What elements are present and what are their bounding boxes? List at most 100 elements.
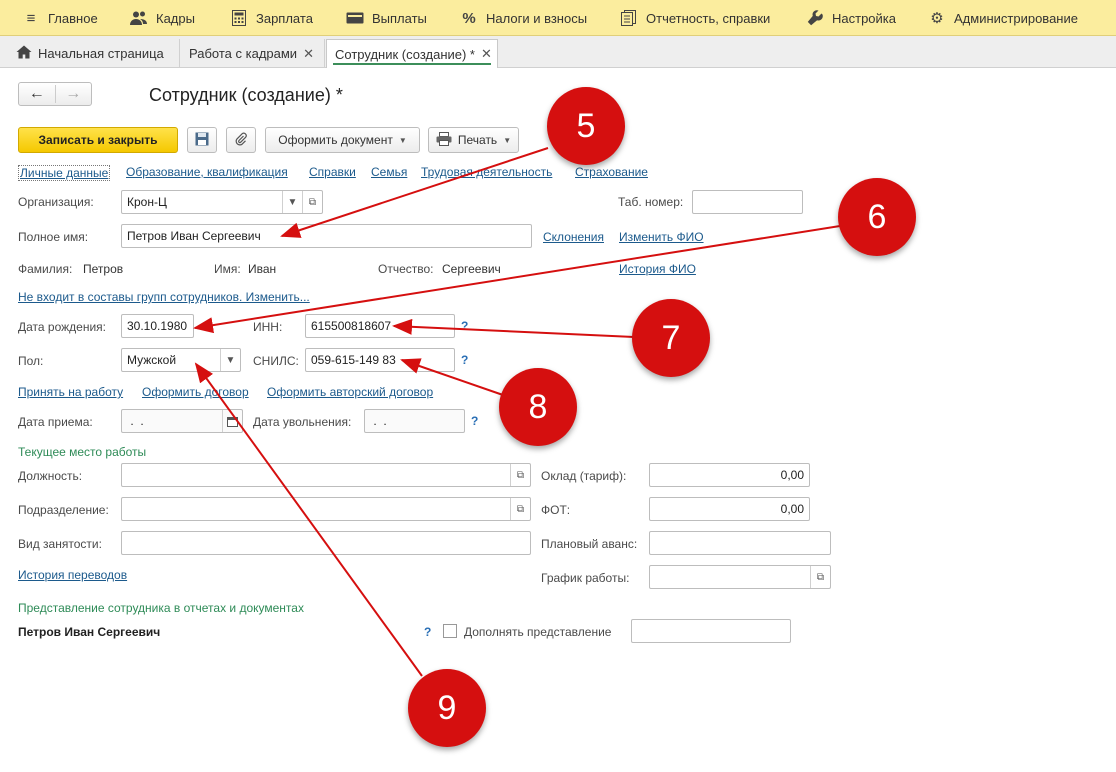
inn-label: ИНН: (253, 320, 283, 334)
department-label: Подразделение: (18, 503, 109, 517)
help-icon[interactable]: ? (461, 353, 468, 367)
organization-label: Организация: (18, 195, 94, 209)
nav-arrows: ← → (18, 82, 92, 106)
supplement-field[interactable] (631, 619, 791, 643)
surname-value: Петров (83, 262, 124, 276)
surname-label: Фамилия: (18, 262, 73, 276)
first-name-value: Иван (248, 262, 277, 276)
planned-advance-field[interactable] (649, 531, 831, 555)
employment-type-label: Вид занятости: (18, 537, 102, 551)
representation-section-title: Представление сотрудника в отчетах и док… (18, 601, 304, 615)
open-icon[interactable]: ⧉ (810, 566, 830, 588)
close-icon[interactable]: ✕ (481, 46, 492, 62)
position-label: Должность: (18, 469, 83, 483)
full-name-field[interactable]: Петров Иван Сергеевич (121, 224, 532, 248)
birth-date-field[interactable]: 30.10.1980 (121, 314, 194, 338)
snils-field[interactable]: 059-615-149 83 (305, 348, 455, 372)
home-icon (16, 45, 32, 62)
menu-item-salary[interactable]: Зарплата (230, 0, 313, 36)
page-title: Сотрудник (создание) * (149, 85, 343, 105)
employee-groups-link[interactable]: Не входит в составы групп сотрудников. И… (18, 290, 310, 304)
transfers-history-link[interactable]: История переводов (18, 568, 127, 582)
top-menu-bar: ≡ Главное Кадры Зарплата Выплаты % Налог… (0, 0, 1116, 36)
salary-field[interactable]: 0,00 (649, 463, 810, 487)
gear-icon: ⚙ (930, 10, 944, 27)
forward-arrow-icon[interactable]: → (56, 85, 92, 103)
author-contract-link[interactable]: Оформить авторский договор (267, 385, 433, 399)
section-link-work-activity[interactable]: Трудовая деятельность (421, 165, 552, 179)
section-link-personal[interactable]: Личные данные (18, 165, 111, 181)
make-document-dropdown[interactable]: Оформить документ ▼ (265, 127, 420, 153)
annotation-marker-6: 6 (838, 178, 916, 256)
section-link-certificates[interactable]: Справки (309, 165, 356, 179)
declensions-link[interactable]: Склонения (543, 230, 604, 244)
menu-item-settings[interactable]: Настройка (806, 0, 896, 36)
dismissal-date-field: . . (364, 409, 465, 433)
work-schedule-label: График работы: (541, 571, 630, 585)
open-icon[interactable]: ⧉ (302, 191, 322, 213)
tab-home[interactable]: Начальная страница (8, 39, 180, 68)
section-link-education[interactable]: Образование, квалификация (126, 165, 288, 179)
back-arrow-icon[interactable]: ← (19, 85, 56, 103)
open-icon[interactable]: ⧉ (510, 498, 530, 520)
birth-date-label: Дата рождения: (18, 320, 106, 334)
percent-icon: % (462, 9, 476, 27)
section-link-insurance[interactable]: Страхование (575, 165, 648, 179)
first-name-label: Имя: (214, 262, 241, 276)
current-work-section-title: Текущее место работы (18, 445, 147, 459)
salary-label: Оклад (тариф): (541, 469, 627, 483)
menu-item-administration[interactable]: ⚙ Администрирование (928, 0, 1078, 36)
menu-item-main[interactable]: ≡ Главное (22, 0, 98, 36)
supplement-checkbox-label: Дополнять представление (464, 625, 612, 639)
fot-label: ФОТ: (541, 503, 571, 517)
dropdown-caret-icon[interactable]: ▼ (282, 191, 302, 213)
print-dropdown[interactable]: Печать ▼ (428, 127, 519, 153)
department-field[interactable]: ⧉ (121, 497, 531, 521)
name-history-link[interactable]: История ФИО (619, 262, 696, 276)
dismissal-date-label: Дата увольнения: (253, 415, 352, 429)
tab-personnel-work[interactable]: Работа с кадрами ✕ (181, 39, 325, 68)
gender-select[interactable]: Мужской ▼ (121, 348, 241, 372)
open-icon[interactable]: ⧉ (510, 464, 530, 486)
fot-field[interactable]: 0,00 (649, 497, 810, 521)
make-contract-link[interactable]: Оформить договор (142, 385, 249, 399)
annotation-marker-7: 7 (632, 299, 710, 377)
dropdown-caret-icon[interactable]: ▼ (220, 349, 240, 371)
hire-date-field[interactable]: . . (121, 409, 243, 433)
menu-item-personnel[interactable]: Кадры (130, 0, 195, 36)
close-icon[interactable]: ✕ (303, 46, 314, 62)
annotation-marker-9: 9 (408, 669, 486, 747)
tab-employee-create[interactable]: Сотрудник (создание) * ✕ (326, 39, 498, 68)
floppy-disk-icon (195, 132, 209, 149)
menu-item-payments[interactable]: Выплаты (346, 0, 427, 36)
work-schedule-field[interactable]: ⧉ (649, 565, 831, 589)
help-icon[interactable]: ? (471, 414, 478, 428)
section-link-family[interactable]: Семья (371, 165, 407, 179)
save-button[interactable] (187, 127, 217, 153)
attach-button[interactable] (226, 127, 256, 153)
employment-type-field[interactable] (121, 531, 531, 555)
change-name-link[interactable]: Изменить ФИО (619, 230, 704, 244)
calculator-icon (230, 9, 248, 27)
paperclip-icon (235, 132, 247, 149)
tab-number-field[interactable] (692, 190, 803, 214)
menu-item-taxes[interactable]: % Налоги и взносы (460, 0, 587, 36)
hamburger-menu-icon: ≡ (26, 9, 36, 27)
menu-item-reports[interactable]: Отчетность, справки (620, 0, 770, 36)
planned-advance-label: Плановый аванс: (541, 537, 638, 551)
calendar-icon[interactable] (222, 410, 242, 432)
supplement-checkbox[interactable] (443, 624, 457, 638)
hire-date-label: Дата приема: (18, 415, 93, 429)
dropdown-caret-icon: ▼ (398, 135, 407, 145)
organization-field[interactable]: Крон-Ц ▼ ⧉ (121, 190, 323, 214)
wrench-icon (806, 9, 824, 27)
inn-field[interactable]: 615500818607 (305, 314, 455, 338)
people-icon (130, 9, 148, 27)
hire-link[interactable]: Принять на работу (18, 385, 123, 399)
save-and-close-button[interactable]: Записать и закрыть (18, 127, 178, 153)
position-field[interactable]: ⧉ (121, 463, 531, 487)
annotation-marker-8: 8 (499, 368, 577, 446)
patronymic-value: Сергеевич (442, 262, 501, 276)
help-icon[interactable]: ? (424, 625, 431, 639)
help-icon[interactable]: ? (461, 319, 468, 333)
